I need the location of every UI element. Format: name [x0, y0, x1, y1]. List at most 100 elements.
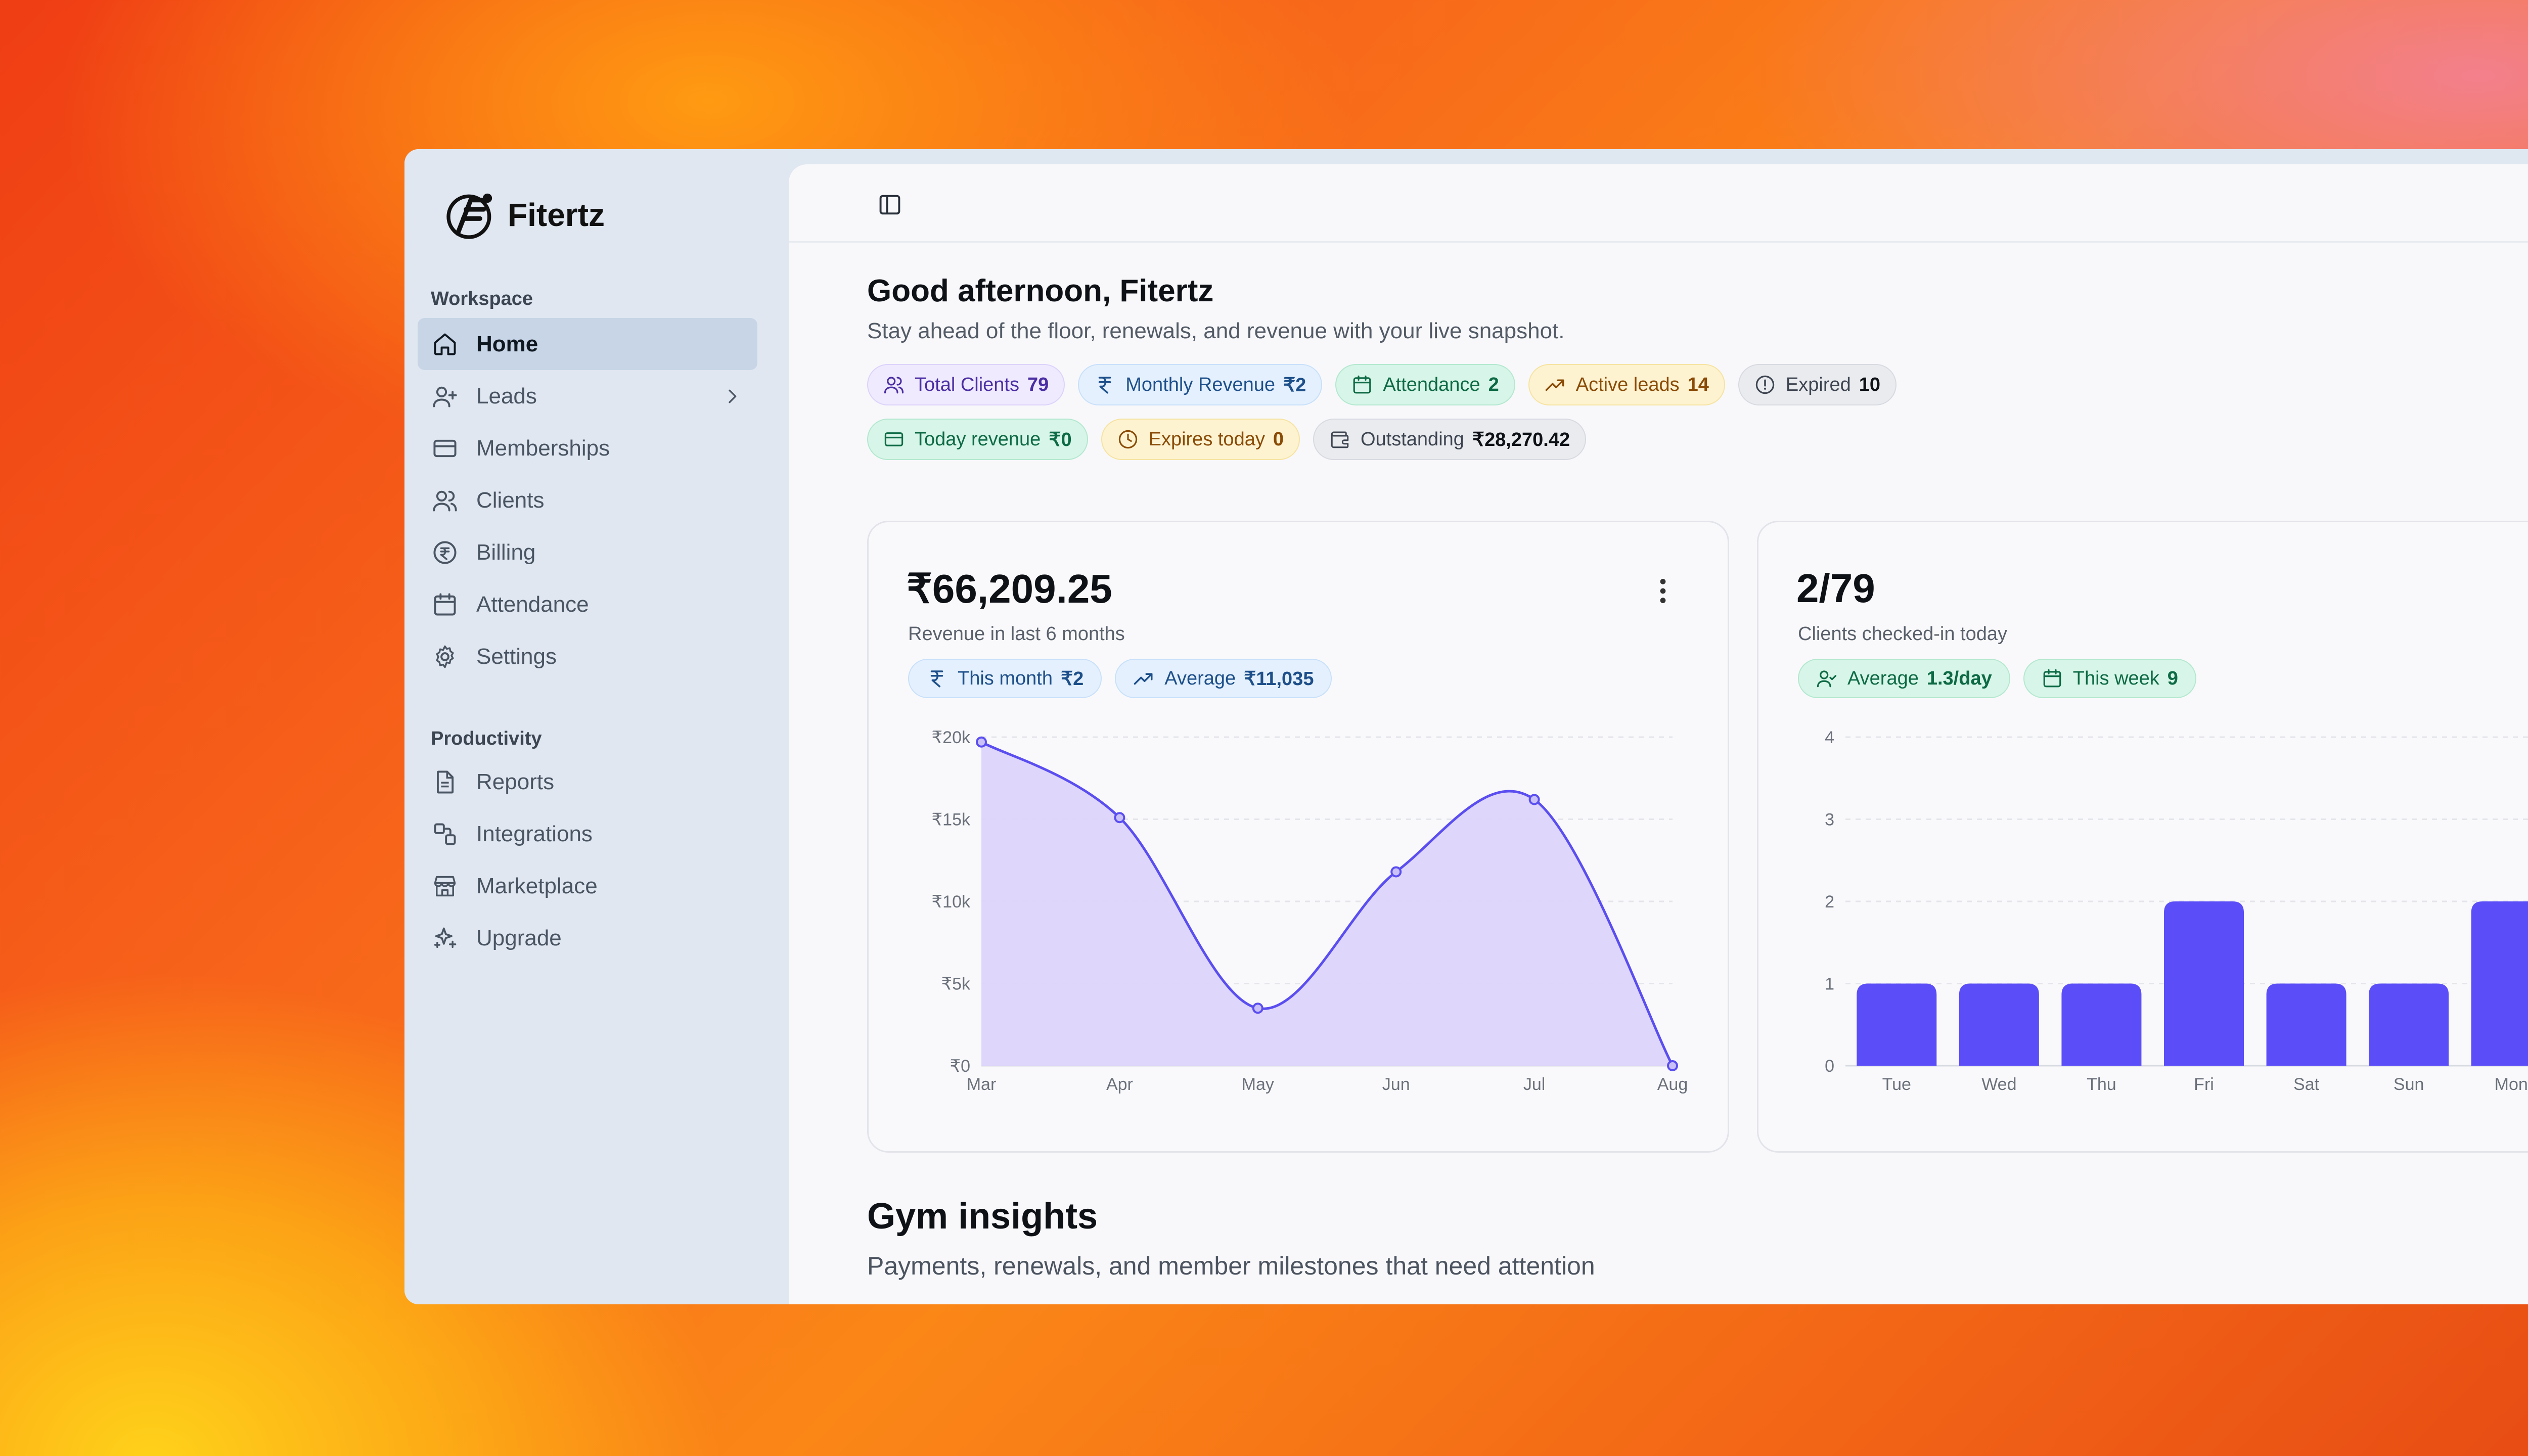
sidebar-item-billing[interactable]: Billing	[418, 526, 757, 578]
x-tick-label: May	[1242, 1075, 1274, 1094]
y-tick-label: 1	[1825, 975, 1834, 994]
x-tick-label: Sat	[2293, 1075, 2320, 1094]
y-tick-label: ₹10k	[932, 892, 971, 912]
attendance-card: 2/79 Clients checked-in today Average 1.…	[1757, 521, 2528, 1153]
app-window: Fitertz Workspace Home Leads Memberships…	[404, 149, 2528, 1304]
y-tick-label: 0	[1825, 1057, 1834, 1076]
stat-value: ₹0	[1049, 429, 1072, 450]
stats-row-1: Total Clients 79 Monthly Revenue ₹2 Atte…	[867, 364, 2232, 405]
bar	[2369, 983, 2449, 1066]
card-icon	[883, 429, 905, 450]
stat-chip-attendance[interactable]: Attendance 2	[1335, 364, 1515, 405]
home-icon	[432, 331, 458, 357]
sidebar-item-label: Upgrade	[476, 925, 562, 950]
stat-label: Monthly Revenue	[1125, 374, 1275, 395]
productivity-section-label: Productivity	[431, 728, 542, 749]
insights-subtitle: Payments, renewals, and member milestone…	[867, 1252, 1595, 1280]
data-point	[1390, 866, 1402, 878]
gear-icon	[432, 644, 458, 670]
x-tick-label: Apr	[1106, 1075, 1133, 1094]
top-bar	[789, 164, 2528, 243]
x-tick-label: Sun	[2394, 1075, 2424, 1094]
clock-icon	[1117, 429, 1139, 450]
stat-chip-expired[interactable]: Expired 10	[1738, 364, 1897, 405]
sidebar-item-label: Billing	[476, 539, 536, 565]
sidebar-item-integrations[interactable]: Integrations	[418, 808, 757, 860]
revenue-card: ₹66,209.25 Revenue in last 6 months This…	[867, 521, 1729, 1153]
stat-chip-today-revenue[interactable]: Today revenue ₹0	[867, 419, 1088, 460]
page-title: Good afternoon, Fitertz	[867, 274, 1214, 308]
data-point	[976, 736, 987, 748]
sidebar-item-home[interactable]: Home	[418, 318, 757, 370]
sidebar-item-attendance[interactable]: Attendance	[418, 578, 757, 630]
sidebar-item-settings[interactable]: Settings	[418, 630, 757, 682]
sidebar-item-reports[interactable]: Reports	[418, 756, 757, 808]
sidebar-item-label: Home	[476, 331, 538, 356]
x-tick-label: Wed	[1981, 1075, 2016, 1094]
users-icon	[883, 374, 905, 395]
stat-label: Outstanding	[1360, 428, 1464, 450]
stat-chip-outstanding[interactable]: Outstanding ₹28,270.42	[1313, 419, 1587, 460]
stat-chip-active-leads[interactable]: Active leads 14	[1528, 364, 1725, 405]
sidebar-item-label: Attendance	[476, 592, 589, 617]
sidebar-item-marketplace[interactable]: Marketplace	[418, 860, 757, 912]
stats-row-2: Today revenue ₹0 Expires today 0 Outstan…	[867, 419, 2232, 460]
stat-value: 79	[1027, 374, 1049, 395]
store-icon	[432, 873, 458, 899]
bar	[2164, 901, 2244, 1066]
stat-label: Expired	[1785, 374, 1851, 395]
chevron-right-icon[interactable]	[722, 386, 742, 406]
y-tick-label: ₹5k	[941, 975, 971, 994]
revenue-area-chart[interactable]: ₹0 ₹5k ₹10k ₹15k ₹20k Mar Apr May Jun Jul Aug	[869, 522, 1731, 1154]
sparkles-icon	[432, 925, 458, 951]
y-tick-label: ₹20k	[932, 728, 971, 747]
bar	[2061, 983, 2142, 1066]
brand[interactable]: Fitertz	[443, 187, 605, 243]
stat-chip-expires-today[interactable]: Expires today 0	[1101, 419, 1300, 460]
bar	[1959, 983, 2039, 1066]
x-tick-label: Thu	[2087, 1075, 2116, 1094]
bar	[2471, 901, 2528, 1066]
stat-value: 10	[1859, 374, 1881, 395]
wallet-icon	[1329, 429, 1350, 450]
sidebar: Fitertz Workspace Home Leads Memberships…	[404, 149, 789, 1304]
brand-logo-icon	[446, 193, 492, 239]
brand-name: Fitertz	[508, 197, 605, 233]
stat-chip-total-clients[interactable]: Total Clients 79	[867, 364, 1065, 405]
trend-up-icon	[1545, 374, 1566, 395]
x-tick-label: Jun	[1382, 1075, 1410, 1094]
workspace-section-label: Workspace	[431, 288, 533, 309]
sidebar-item-label: Clients	[476, 487, 545, 513]
sidebar-item-label: Memberships	[476, 435, 610, 461]
sidebar-item-clients[interactable]: Clients	[418, 474, 757, 526]
stat-label: Total Clients	[915, 374, 1019, 395]
x-tick-label: Mar	[967, 1075, 997, 1094]
sidebar-toggle-icon	[879, 195, 900, 215]
calendar-icon	[432, 592, 458, 618]
sidebar-toggle-button[interactable]	[875, 190, 905, 220]
sidebar-item-label: Reports	[476, 769, 555, 794]
insights-title: Gym insights	[867, 1196, 1098, 1237]
page-subtitle: Stay ahead of the floor, renewals, and r…	[867, 318, 1565, 343]
x-tick-label: Fri	[2194, 1075, 2214, 1094]
bar	[2266, 983, 2346, 1066]
bar	[1857, 983, 1937, 1066]
sidebar-item-upgrade[interactable]: Upgrade	[418, 912, 757, 964]
sidebar-item-label: Marketplace	[476, 873, 598, 898]
card-icon	[432, 435, 458, 462]
y-tick-label: 3	[1825, 810, 1834, 830]
main-content: Good afternoon, Fitertz Stay ahead of th…	[789, 164, 2528, 1304]
stat-chip-monthly-revenue[interactable]: Monthly Revenue ₹2	[1078, 364, 1323, 405]
stat-value: 2	[1488, 374, 1499, 395]
stat-value: ₹2	[1283, 374, 1306, 396]
stat-label: Attendance	[1383, 374, 1480, 395]
y-tick-label: 4	[1825, 728, 1834, 747]
sidebar-item-label: Leads	[476, 383, 537, 408]
x-tick-label: Jul	[1523, 1075, 1545, 1094]
sidebar-item-label: Settings	[476, 644, 557, 669]
data-point	[1252, 1003, 1263, 1014]
sidebar-item-memberships[interactable]: Memberships	[418, 422, 757, 474]
rupee-circle-icon	[432, 539, 458, 566]
attendance-bar-chart[interactable]: 0 1 2 3 4 Tue Wed Thu Fri Sat Sun Mon	[1758, 522, 2528, 1154]
sidebar-item-leads[interactable]: Leads	[418, 370, 757, 422]
